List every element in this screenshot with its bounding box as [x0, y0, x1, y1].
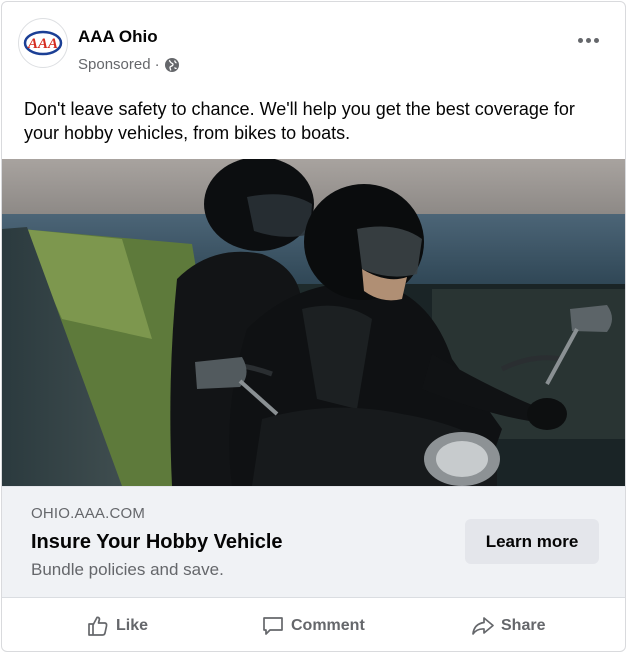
meta-separator: · — [154, 56, 160, 73]
aaa-logo-icon: AAA — [23, 30, 63, 56]
post-text: Don't leave safety to chance. We'll help… — [24, 99, 575, 143]
learn-more-button[interactable]: Learn more — [465, 519, 599, 564]
like-button[interactable]: Like — [86, 610, 148, 642]
sponsored-post: AAA AAA Ohio Sponsored · Don't leave saf… — [1, 1, 626, 652]
more-dot — [577, 37, 583, 43]
share-arrow-icon — [472, 617, 494, 635]
sponsored-label[interactable]: Sponsored — [78, 56, 151, 74]
thumbs-up-icon — [88, 616, 108, 636]
link-title[interactable]: Insure Your Hobby Vehicle — [31, 531, 283, 554]
more-dot — [585, 37, 591, 43]
page-name[interactable]: AAA Ohio — [78, 27, 158, 47]
link-description: Bundle policies and save. — [31, 560, 224, 579]
comment-bubble-icon — [263, 617, 283, 635]
post-actions-bar: Like Comment Share — [2, 597, 625, 651]
link-domain: OHIO.AAA.COM — [31, 505, 146, 522]
more-options-icon[interactable] — [571, 28, 605, 52]
more-dot — [593, 37, 599, 43]
post-header: AAA AAA Ohio Sponsored · — [2, 2, 625, 84]
like-label: Like — [116, 617, 149, 634]
post-image[interactable] — [2, 159, 626, 486]
share-label: Share — [501, 617, 546, 634]
share-button[interactable]: Share — [471, 610, 545, 642]
page-avatar[interactable]: AAA — [18, 18, 68, 68]
aaa-logo-text: AAA — [27, 36, 58, 52]
post-meta: Sponsored · — [78, 56, 180, 74]
link-preview-card[interactable]: OHIO.AAA.COM Insure Your Hobby Vehicle B… — [2, 486, 625, 597]
comment-label: Comment — [291, 617, 365, 634]
comment-button[interactable]: Comment — [261, 610, 365, 642]
globe-icon[interactable] — [164, 57, 180, 73]
